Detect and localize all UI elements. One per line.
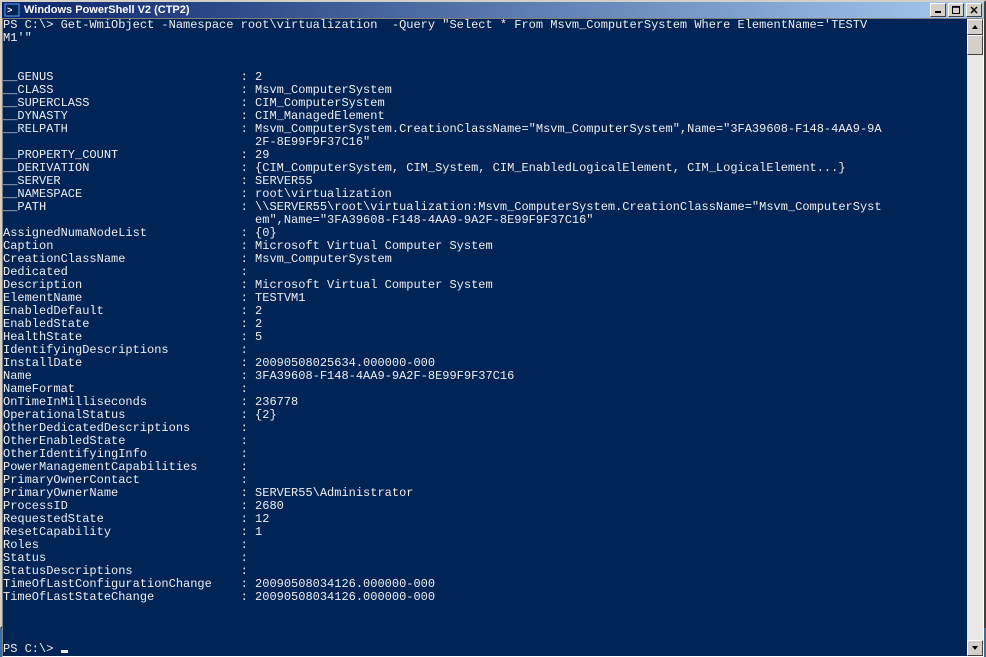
app-icon: > — [4, 2, 20, 18]
console-output[interactable]: PS C:\> Get-WmiObject -Namespace root\vi… — [3, 19, 967, 656]
window-controls — [930, 3, 982, 17]
svg-text:>: > — [7, 6, 12, 16]
minimize-button[interactable] — [930, 3, 946, 17]
window-title: Windows PowerShell V2 (CTP2) — [24, 4, 930, 16]
close-button[interactable] — [966, 3, 982, 17]
scroll-track[interactable] — [967, 35, 983, 640]
text-cursor — [61, 650, 68, 653]
vertical-scrollbar[interactable] — [967, 19, 983, 656]
scroll-thumb[interactable] — [967, 35, 983, 55]
scroll-up-button[interactable] — [967, 19, 983, 35]
titlebar[interactable]: > Windows PowerShell V2 (CTP2) — [2, 2, 984, 18]
console-client-area: PS C:\> Get-WmiObject -Namespace root\vi… — [2, 18, 984, 657]
scroll-down-button[interactable] — [967, 640, 983, 656]
maximize-button[interactable] — [948, 3, 964, 17]
powershell-window: > Windows PowerShell V2 (CTP2) PS C:\> G… — [0, 0, 986, 628]
